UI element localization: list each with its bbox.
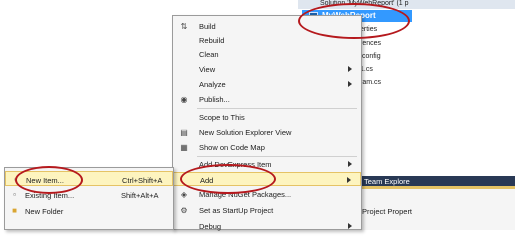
submenu-arrow-icon [348, 161, 352, 167]
solution-item-properties[interactable]: erties [360, 26, 377, 33]
publish-icon: ◉ [180, 95, 188, 104]
solution-root-row[interactable]: Solution 'MyWebReport' (1 p [298, 0, 515, 9]
menu-item-label: Add DevExpress Item [199, 160, 272, 169]
menu-item-label: Publish... [199, 95, 230, 104]
submenu-item-shortcut: Shift+Alt+A [121, 191, 159, 200]
menu-separator [197, 108, 357, 109]
menu-item-analyze[interactable]: Analyze [173, 77, 361, 91]
submenu-item-label: Existing Item... [25, 191, 75, 200]
build-icon: ⇅ [180, 22, 188, 31]
menu-item-add-devexpress-item[interactable]: Add DevExpress Item [173, 157, 361, 171]
submenu-arrow-icon [347, 177, 351, 183]
submenu-arrow-icon [348, 223, 352, 229]
submenu-arrow-icon [348, 81, 352, 87]
menu-item-new-solution-explorer-view[interactable]: ▤ New Solution Explorer View [173, 125, 361, 139]
menu-item-label: Clean [199, 50, 219, 59]
menu-item-add[interactable]: Add [173, 172, 361, 186]
submenu-item-new-folder[interactable]: ■ New Folder [5, 203, 173, 218]
menu-item-label: Rebuild [199, 36, 225, 45]
menu-item-build[interactable]: ⇅ Build [173, 19, 361, 33]
solution-root-label: Solution 'MyWebReport' (1 p [320, 0, 409, 7]
nuget-icon: ◈ [180, 190, 188, 199]
menu-item-set-as-startup-project[interactable]: ⚙ Set as StartUp Project [173, 203, 361, 217]
menu-item-label: Scope to This [199, 113, 245, 122]
solution-item-program-file[interactable]: ram.cs [360, 79, 381, 86]
menu-item-publish[interactable]: ◉ Publish... [173, 92, 361, 106]
tab-project-properties[interactable]: Project Propert [362, 207, 412, 216]
add-submenu: ▫ New Item... Ctrl+Shift+A ▫ Existing It… [4, 167, 174, 230]
menu-item-label: Add [200, 176, 214, 185]
submenu-item-existing-item[interactable]: ▫ Existing Item... Shift+Alt+A [5, 187, 173, 202]
menu-item-label: Manage NuGet Packages... [199, 190, 292, 199]
menu-item-manage-nuget-packages[interactable]: ◈ Manage NuGet Packages... [173, 187, 361, 201]
folder-icon: ■ [12, 206, 17, 215]
menu-item-label: Build [199, 22, 216, 31]
code-map-icon: ▦ [180, 143, 188, 152]
menu-item-label: Analyze [199, 80, 226, 89]
menu-item-debug[interactable]: Debug [173, 219, 361, 233]
menu-item-label: Show on Code Map [199, 143, 265, 152]
submenu-item-label: New Folder [25, 207, 64, 216]
existing-item-icon: ▫ [13, 190, 16, 199]
menu-item-show-on-code-map[interactable]: ▦ Show on Code Map [173, 140, 361, 154]
menu-item-label: Set as StartUp Project [199, 206, 274, 215]
submenu-item-new-item[interactable]: ▫ New Item... Ctrl+Shift+A [5, 171, 173, 186]
menu-item-label: Debug [199, 222, 222, 231]
menu-item-label: New Solution Explorer View [199, 128, 292, 137]
project-context-menu: ⇅ Build Rebuild Clean View Analyze ◉ Pub… [172, 15, 362, 233]
solution-item-references[interactable]: rences [360, 40, 381, 47]
tab-team-explorer[interactable]: Team Explore [364, 177, 410, 186]
new-item-icon: ▫ [14, 175, 17, 184]
submenu-item-label: New Item... [26, 176, 64, 185]
menu-item-view[interactable]: View [173, 62, 361, 76]
submenu-arrow-icon [348, 66, 352, 72]
solution-item-config[interactable]: .config [360, 53, 381, 60]
menu-item-scope-to-this[interactable]: Scope to This [173, 110, 361, 124]
menu-item-clean[interactable]: Clean [173, 47, 361, 61]
menu-item-label: View [199, 65, 216, 74]
solution-explorer-icon: ▤ [180, 128, 188, 137]
gear-icon: ⚙ [180, 206, 188, 215]
menu-item-rebuild[interactable]: Rebuild [173, 33, 361, 47]
submenu-item-shortcut: Ctrl+Shift+A [122, 176, 163, 185]
